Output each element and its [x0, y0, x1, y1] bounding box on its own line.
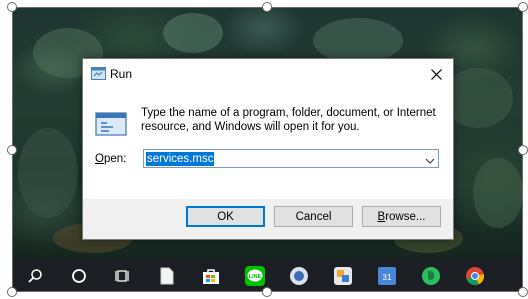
cortana-icon[interactable] — [57, 258, 101, 291]
file-icon[interactable] — [145, 258, 189, 291]
resize-handle-bottom-middle[interactable] — [262, 287, 272, 297]
open-input-value[interactable]: services.msc — [146, 152, 215, 166]
chrome-icon[interactable] — [453, 258, 497, 291]
app-icon[interactable] — [277, 258, 321, 291]
resize-handle-top-right[interactable] — [518, 2, 528, 12]
search-icon[interactable] — [13, 258, 57, 291]
resize-handle-bottom-right[interactable] — [518, 287, 528, 297]
resize-handle-middle-right[interactable] — [518, 145, 528, 155]
task-view-icon[interactable] — [101, 258, 145, 291]
resize-handle-bottom-left[interactable] — [7, 287, 17, 297]
close-button[interactable] — [419, 59, 453, 89]
close-icon — [430, 68, 442, 80]
browse-button[interactable]: Browse... — [362, 206, 441, 227]
title-bar[interactable]: Run — [83, 59, 453, 89]
run-dialog: Run Type the name of a program, folder, … — [82, 58, 454, 240]
store-icon[interactable] — [189, 258, 233, 291]
resize-handle-top-left[interactable] — [7, 2, 17, 12]
dialog-body: Type the name of a program, folder, docu… — [83, 89, 453, 199]
calendar-day: 31 — [383, 273, 392, 282]
app-icon-2[interactable] — [321, 258, 365, 291]
line-app-icon[interactable]: LINE — [233, 258, 277, 291]
resize-handle-middle-left[interactable] — [7, 145, 17, 155]
evernote-icon[interactable] — [409, 258, 453, 291]
run-program-icon — [95, 111, 127, 142]
line-app-label: LINE — [249, 274, 262, 280]
calendar-icon[interactable]: 31 — [365, 258, 409, 291]
cancel-button[interactable]: Cancel — [274, 206, 353, 227]
open-combobox[interactable]: services.msc — [143, 149, 439, 168]
dialog-title: Run — [110, 67, 133, 81]
ok-button[interactable]: OK — [186, 206, 265, 227]
open-label: Open: — [95, 153, 127, 165]
chevron-down-icon[interactable] — [425, 153, 435, 171]
resize-handle-top-middle[interactable] — [262, 2, 272, 12]
dialog-description: Type the name of a program, folder, docu… — [141, 107, 436, 133]
run-title-icon — [91, 67, 106, 85]
